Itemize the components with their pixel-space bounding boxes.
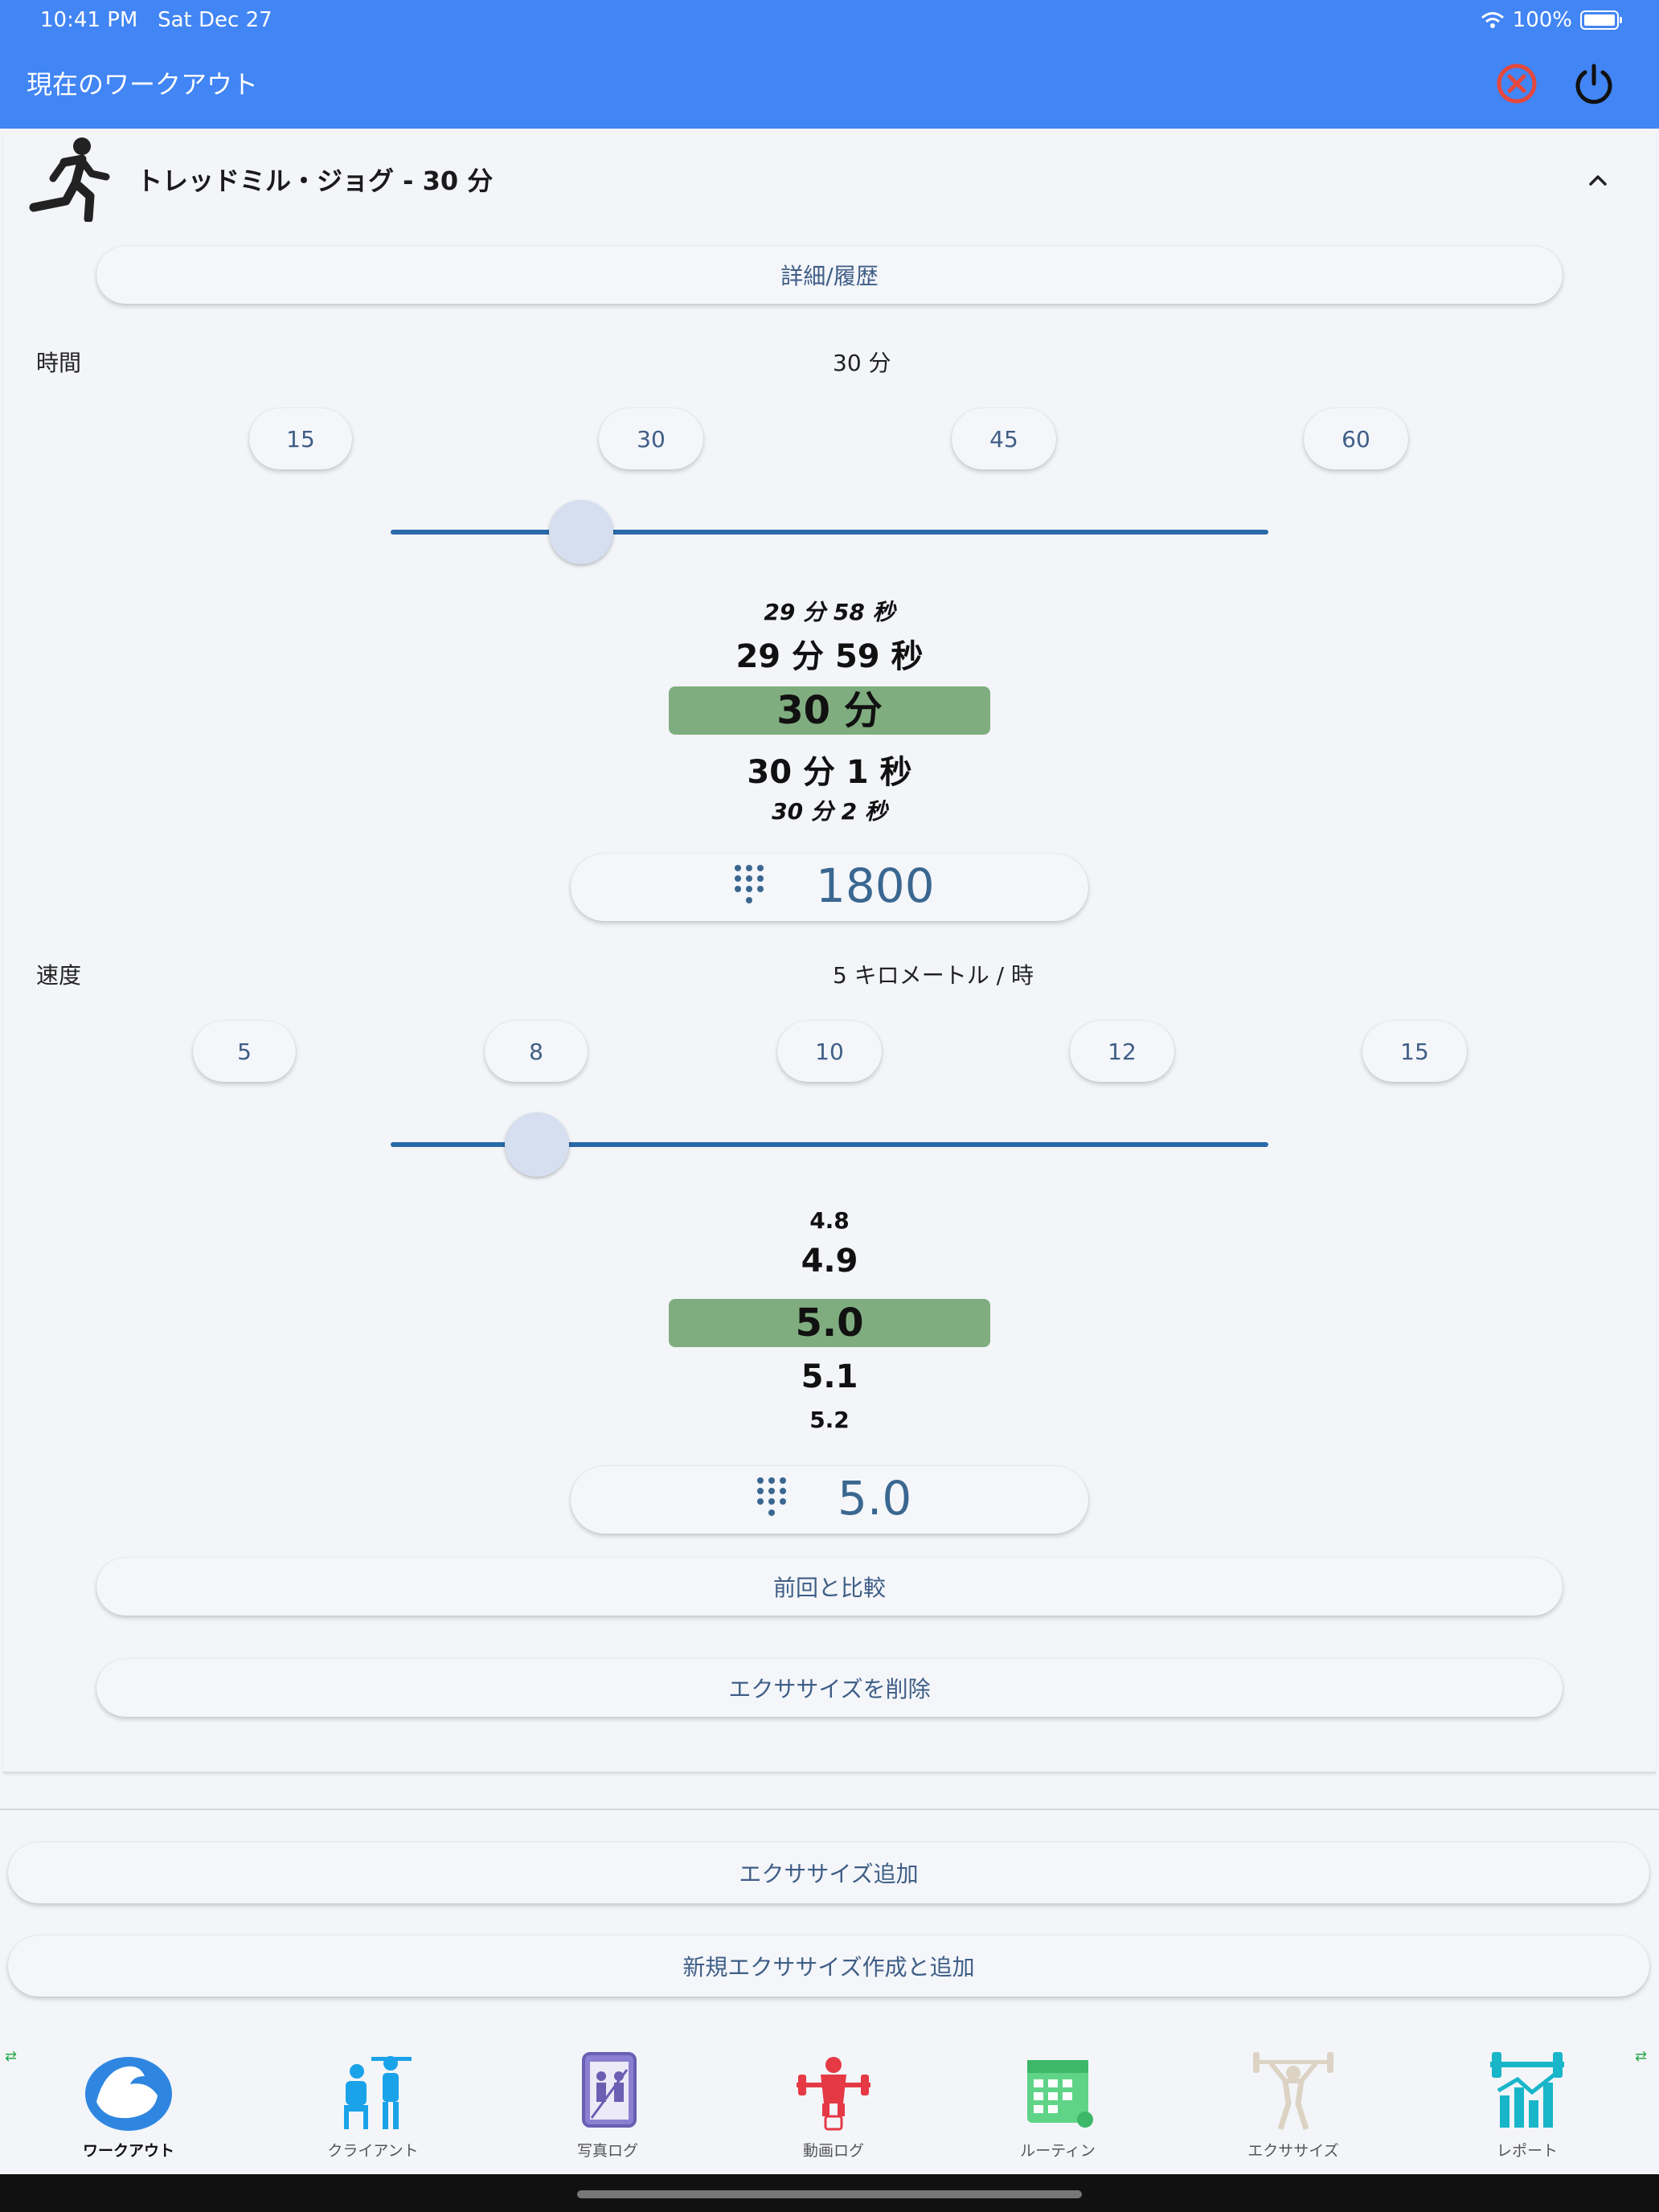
divider [0, 1809, 1659, 1810]
speed-wheel-item[interactable]: 4.8 [662, 1207, 997, 1234]
speed-current-value: 5 キロメートル / 時 [833, 962, 1034, 989]
nav-clients[interactable]: クライアント [293, 2046, 453, 2161]
keypad-icon [757, 1477, 786, 1516]
nav-reports[interactable]: レポート [1447, 2046, 1608, 2161]
cancel-icon[interactable] [1493, 59, 1541, 108]
delete-exercise-button[interactable]: エクササイズを削除 [96, 1659, 1563, 1717]
battery-percent: 100% [1512, 8, 1572, 32]
nav-workout[interactable]: ワークアウト [48, 2046, 209, 2161]
speed-wheel-item[interactable]: 5.2 [662, 1407, 997, 1433]
details-history-button[interactable]: 詳細/履歴 [96, 246, 1563, 304]
status-bar: 10:41 PM Sat Dec 27 100% [0, 0, 1659, 40]
nav-photo-log[interactable]: 写真ログ [527, 2046, 688, 2161]
nav-label: クライアント [327, 2142, 419, 2160]
chevron-up-icon[interactable] [1583, 166, 1612, 195]
trainer-client-icon [344, 2056, 412, 2129]
speed-wheel-item[interactable]: 4.9 [662, 1243, 997, 1280]
page-title: 現在のワークアウト [27, 69, 259, 100]
calendar-icon [1027, 2060, 1093, 2128]
speed-wheel-selected[interactable]: 5.0 [662, 1299, 997, 1347]
scroll-right-indicator-icon: ⇄ [1635, 2048, 1648, 2065]
time-current-value: 30 分 [833, 350, 891, 376]
flexed-bicep-icon [85, 2057, 172, 2131]
nav-label: レポート [1496, 2142, 1558, 2160]
time-wheel-selected[interactable]: 30 分 [662, 686, 997, 735]
speed-preset-12[interactable]: 12 [1070, 1021, 1174, 1082]
report-chart-icon [1490, 2052, 1564, 2128]
battery-icon [1580, 10, 1622, 30]
weightlifter-video-icon [797, 2057, 870, 2131]
compare-previous-button[interactable]: 前回と比較 [96, 1558, 1563, 1616]
scroll-left-indicator-icon: ⇄ [5, 2048, 18, 2065]
time-picker-wheel[interactable]: 29 分 58 秒 29 分 59 秒 30 分 30 分 1 秒 30 分 2… [662, 587, 997, 828]
nav-routine[interactable]: ルーティン [977, 2046, 1138, 2161]
exercise-title: トレッドミル・ジョグ - 30 分 [137, 166, 494, 196]
speed-picker-wheel[interactable]: 4.8 4.9 5.0 5.1 5.2 [662, 1199, 997, 1440]
keypad-icon [735, 865, 764, 903]
nav-video-log[interactable]: 動画ログ [753, 2046, 914, 2161]
speed-preset-15[interactable]: 15 [1362, 1021, 1467, 1082]
speed-preset-5[interactable]: 5 [193, 1021, 296, 1082]
time-preset-30[interactable]: 30 [599, 408, 703, 469]
wifi-icon [1481, 12, 1504, 28]
add-exercise-button[interactable]: エクササイズ追加 [8, 1842, 1649, 1903]
speed-label: 速度 [36, 962, 82, 989]
time-wheel-item[interactable]: 29 分 59 秒 [662, 630, 997, 677]
nav-label: ワークアウト [82, 2142, 174, 2160]
speed-wheel-item[interactable]: 5.1 [662, 1358, 997, 1395]
barbell-person-icon [1253, 2052, 1333, 2131]
time-numeric-input-button[interactable]: 1800 [571, 854, 1088, 921]
create-and-add-exercise-button[interactable]: 新規エクササイズ作成と追加 [8, 1936, 1649, 1997]
home-indicator [0, 2174, 1659, 2212]
time-wheel-item[interactable]: 29 分 58 秒 [662, 595, 997, 627]
speed-preset-8[interactable]: 8 [485, 1021, 588, 1082]
status-time: 10:41 PM [40, 8, 138, 32]
time-slider-track[interactable] [391, 530, 1268, 535]
speed-slider-thumb[interactable] [505, 1112, 569, 1177]
time-preset-15[interactable]: 15 [249, 408, 352, 469]
nav-exercises[interactable]: エクササイズ [1213, 2046, 1374, 2161]
time-preset-45[interactable]: 45 [952, 408, 1056, 469]
nav-label: 写真ログ [576, 2142, 638, 2160]
time-preset-60[interactable]: 60 [1304, 408, 1408, 469]
nav-label: エクササイズ [1247, 2142, 1339, 2160]
time-wheel-item[interactable]: 30 分 2 秒 [662, 794, 997, 826]
speed-numeric-input-button[interactable]: 5.0 [571, 1466, 1088, 1534]
nav-label: ルーティン [1020, 2142, 1096, 2160]
photo-log-icon [582, 2052, 637, 2128]
power-icon[interactable] [1570, 59, 1618, 108]
time-slider-thumb[interactable] [549, 500, 614, 564]
time-numeric-value: 1800 [816, 858, 935, 913]
time-label: 時間 [36, 350, 82, 376]
status-date: Sat Dec 27 [158, 8, 272, 32]
speed-numeric-value: 5.0 [838, 1471, 912, 1526]
speed-preset-10[interactable]: 10 [777, 1021, 882, 1082]
app-bar: 現在のワークアウト [0, 40, 1659, 129]
running-person-icon [29, 137, 110, 222]
nav-label: 動画ログ [802, 2142, 864, 2160]
time-wheel-item[interactable]: 30 分 1 秒 [662, 746, 997, 793]
